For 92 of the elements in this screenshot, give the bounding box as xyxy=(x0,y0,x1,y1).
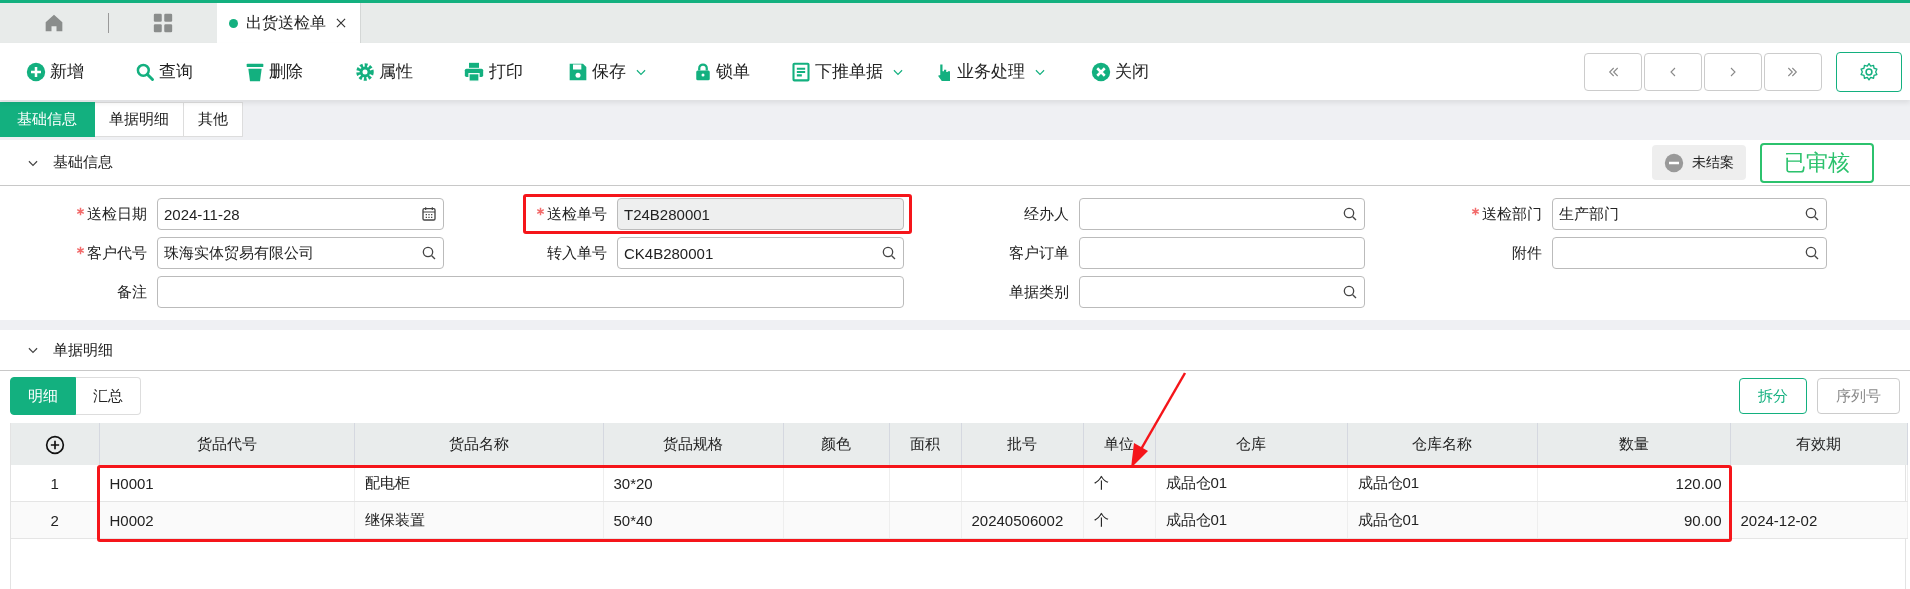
toolbar-button[interactable]: 查询 xyxy=(135,53,197,90)
floppy-icon xyxy=(568,61,588,82)
search-icon xyxy=(135,61,155,82)
document-list-icon xyxy=(791,61,811,82)
table-cell: H0001 xyxy=(99,465,354,502)
search-icon[interactable] xyxy=(421,245,437,261)
field-label: 送检日期 xyxy=(87,204,147,224)
home-icon xyxy=(44,13,64,33)
last-page-button[interactable] xyxy=(1764,52,1822,91)
plus-icon xyxy=(26,61,46,82)
row-number: 1 xyxy=(11,465,99,502)
toolbar-button[interactable]: 删除 xyxy=(245,53,307,90)
table-cell: 2024-12-02 xyxy=(1730,501,1907,539)
table-cell: 20240506002 xyxy=(961,501,1083,539)
column-header[interactable]: 货品代号 xyxy=(99,423,354,465)
input-field[interactable] xyxy=(1079,276,1365,308)
previous-button[interactable] xyxy=(1644,52,1702,91)
table-cell: 成品仓01 xyxy=(1155,465,1347,502)
field-label: 经办人 xyxy=(1024,204,1069,224)
table-cell: 成品仓01 xyxy=(1347,501,1537,539)
column-header[interactable]: 货品规格 xyxy=(603,423,783,465)
section-title: 基础信息 xyxy=(53,153,113,172)
column-header[interactable]: 有效期 xyxy=(1730,423,1907,465)
first-page-button[interactable] xyxy=(1584,52,1642,91)
close-icon xyxy=(1091,61,1111,82)
input-field[interactable] xyxy=(1552,237,1827,269)
toolbar-button[interactable]: 属性 xyxy=(355,53,417,90)
trash-icon xyxy=(245,61,265,82)
table-action-button[interactable]: 序列号 xyxy=(1817,378,1900,414)
field-label: 送检单号 xyxy=(547,204,607,224)
toolbar-button[interactable]: 下推单据 xyxy=(791,53,905,90)
search-icon[interactable] xyxy=(1342,284,1358,300)
search-icon[interactable] xyxy=(1804,206,1820,222)
gear-icon xyxy=(355,61,375,82)
column-header[interactable]: 仓库名称 xyxy=(1347,423,1537,465)
table-cell: H0002 xyxy=(99,501,354,539)
field-label: 转入单号 xyxy=(547,243,607,263)
section-title: 单据明细 xyxy=(53,340,113,360)
column-header[interactable]: 颜色 xyxy=(783,423,889,465)
column-header[interactable]: 面积 xyxy=(889,423,961,465)
page-tab[interactable]: 单据明细 xyxy=(95,102,184,137)
column-header[interactable]: 批号 xyxy=(961,423,1083,465)
table-cell: 30*20 xyxy=(603,465,783,502)
field-label: 客户代号 xyxy=(87,243,147,263)
table-cell: 配电柜 xyxy=(354,465,603,502)
column-header[interactable]: 货品名称 xyxy=(354,423,603,465)
toolbar-button[interactable]: 业务处理 xyxy=(935,53,1047,90)
table-cell: 个 xyxy=(1083,501,1155,539)
lock-icon xyxy=(694,61,712,82)
column-header[interactable]: 数量 xyxy=(1537,423,1730,465)
input-field[interactable]: 2024-11-28 xyxy=(157,198,444,230)
table-cell: 成品仓01 xyxy=(1347,465,1537,502)
search-icon[interactable] xyxy=(1342,206,1358,222)
input-field[interactable]: 珠海实体贸易有限公司 xyxy=(157,237,444,269)
input-field[interactable] xyxy=(1079,198,1365,230)
grid-icon xyxy=(153,13,173,33)
input-field[interactable] xyxy=(157,276,904,308)
settings-button[interactable] xyxy=(1836,51,1902,92)
table-cell: 继保装置 xyxy=(354,501,603,539)
toolbar-button[interactable]: 锁单 xyxy=(694,53,754,90)
field-label: 备注 xyxy=(117,282,147,302)
detail-tab[interactable]: 汇总 xyxy=(76,377,141,415)
input-field[interactable]: CK4B280001 xyxy=(617,237,904,269)
toolbar-button[interactable]: 新增 xyxy=(26,53,88,90)
table-cell: 个 xyxy=(1083,465,1155,502)
printer-icon xyxy=(463,61,485,82)
approval-stamp: 已审核 xyxy=(1760,142,1874,183)
row-number: 2 xyxy=(11,501,99,539)
input-field[interactable]: 生产部门 xyxy=(1552,198,1827,230)
status-dot xyxy=(229,18,238,28)
toolbar-button[interactable]: 关闭 xyxy=(1091,53,1153,90)
status-badge: 未结案 xyxy=(1652,145,1746,180)
close-icon[interactable] xyxy=(334,16,348,30)
toolbar-button[interactable]: 保存 xyxy=(568,53,648,90)
page-tab[interactable]: 其他 xyxy=(184,102,243,137)
next-button[interactable] xyxy=(1704,52,1762,91)
column-header[interactable]: 仓库 xyxy=(1155,423,1347,465)
table-cell: 90.00 xyxy=(1537,501,1730,539)
field-label: 单据类别 xyxy=(1009,282,1069,302)
table-cell: 50*40 xyxy=(603,501,783,539)
input-field[interactable] xyxy=(1079,237,1365,269)
toolbar-button[interactable]: 打印 xyxy=(463,53,527,90)
calendar-icon[interactable] xyxy=(421,206,437,222)
field-label: 送检部门 xyxy=(1482,204,1542,224)
field-label: 附件 xyxy=(1512,243,1542,263)
add-row-icon[interactable] xyxy=(44,435,65,455)
search-icon[interactable] xyxy=(1804,245,1820,261)
minus-circle-icon xyxy=(1664,152,1684,173)
search-icon[interactable] xyxy=(881,245,897,261)
table-cell: 成品仓01 xyxy=(1155,501,1347,539)
settings-icon xyxy=(1859,61,1879,82)
field-label: 客户订单 xyxy=(1009,243,1069,263)
